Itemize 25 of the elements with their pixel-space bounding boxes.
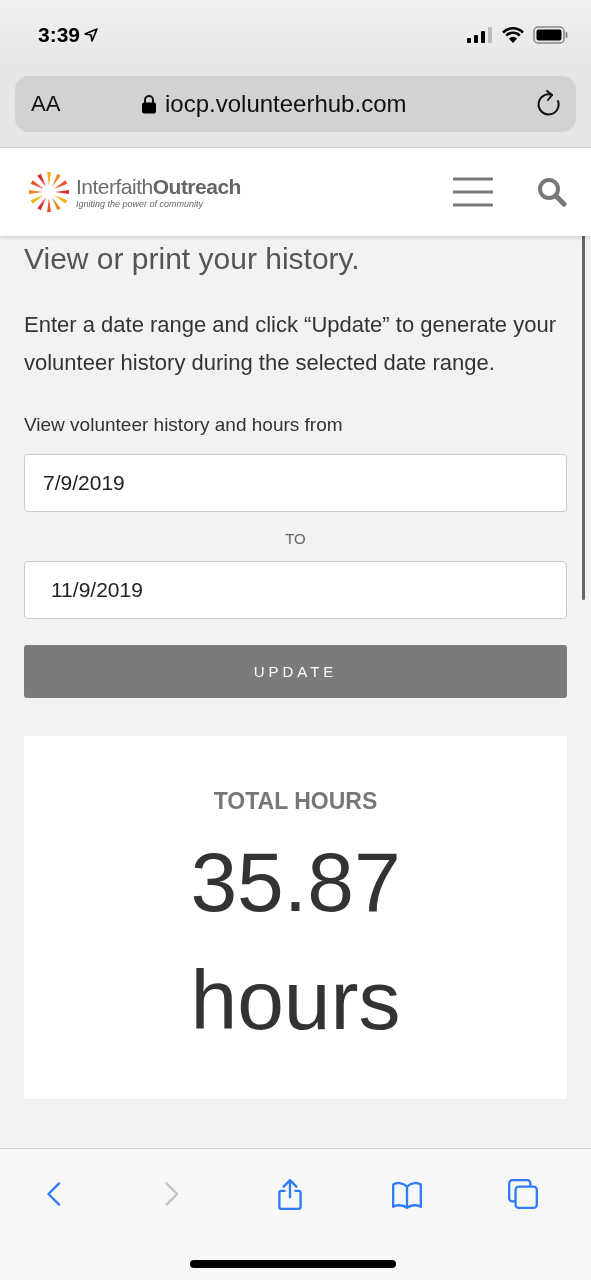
update-button[interactable]: UPDATE (24, 645, 567, 698)
hours-unit: hours (190, 952, 401, 1049)
page-heading: View or print your history. (24, 242, 361, 276)
signal-icon (467, 27, 493, 43)
lock-icon (141, 94, 157, 114)
url-text[interactable]: iocp.volunteerhub.com (165, 90, 407, 118)
menu-icon[interactable] (453, 177, 493, 207)
hours-value: 35.87 (190, 834, 401, 931)
separator-text: TO (284, 530, 307, 547)
to-date-field[interactable]: 11/9/2019 (24, 561, 567, 619)
location-arrow-icon (84, 28, 99, 42)
battery-icon (533, 26, 569, 44)
text-size-button[interactable]: AA (31, 91, 141, 117)
scrollbar[interactable] (582, 236, 585, 600)
clock-time: 3:39 (38, 23, 81, 47)
reload-icon[interactable] (536, 90, 562, 118)
field-label: View volunteer history and hours from (24, 414, 344, 436)
logo-tagline: Igniting the power of community (76, 199, 205, 209)
search-icon[interactable] (537, 177, 567, 207)
from-date-field[interactable]: 7/9/2019 (24, 454, 567, 512)
logo-name: InterfaithOutreach (76, 175, 241, 199)
summary-title: TOTAL HOURS (213, 788, 378, 815)
wifi-icon (501, 26, 525, 44)
starburst-logo-icon (26, 169, 72, 215)
intro-text: Enter a date range and click “Update” to generate your volunteer history during the selected date range. (24, 311, 557, 377)
